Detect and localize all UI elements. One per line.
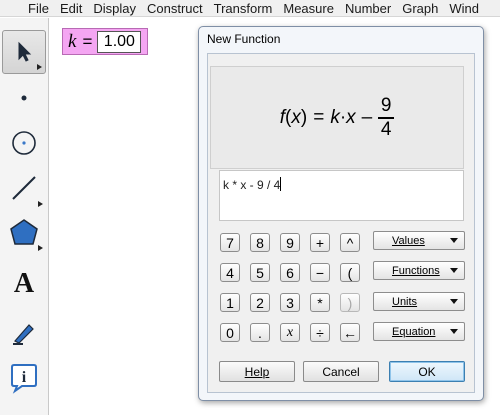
compass-tool[interactable] [2, 121, 46, 165]
key-2[interactable]: 2 [250, 293, 270, 312]
polygon-tool-icon [10, 219, 38, 245]
help-button-label: Help [244, 364, 270, 379]
equation-menu-button[interactable]: Equation [373, 322, 465, 341]
menu-window[interactable]: Wind [438, 0, 479, 16]
key-x-variable[interactable]: x [280, 323, 300, 342]
arrow-tool-icon [18, 41, 32, 62]
parameter-k[interactable]: k = 1.00 [62, 28, 148, 55]
cancel-button-label: Cancel [322, 364, 360, 379]
formula-term-k: k [330, 106, 340, 128]
cancel-button[interactable]: Cancel [303, 361, 379, 382]
key-9[interactable]: 9 [280, 233, 300, 252]
parameter-equals: = [82, 31, 93, 51]
units-menu-label: Units [392, 295, 418, 308]
units-menu-button[interactable]: Units [373, 292, 465, 311]
information-tool[interactable]: i [2, 356, 46, 400]
menu-graph[interactable]: Graph [391, 0, 438, 16]
compass-tool-icon [12, 131, 36, 155]
text-tool-icon: A [13, 268, 35, 299]
submenu-indicator-icon [38, 201, 43, 207]
formula-fraction: 9 4 [378, 94, 395, 141]
key-7[interactable]: 7 [220, 233, 240, 252]
key-minus[interactable]: − [310, 263, 330, 282]
functions-menu-label: Functions [392, 264, 440, 277]
svg-text:i: i [22, 369, 27, 386]
formula-minus: – [361, 106, 373, 128]
key-1[interactable]: 1 [220, 293, 240, 312]
menu-file[interactable]: File [0, 0, 49, 16]
formula-expression: f ( x ) = k · x – 9 4 [280, 94, 395, 141]
key-decimal[interactable]: . [250, 323, 270, 342]
key-4[interactable]: 4 [220, 263, 240, 282]
parameter-name: k [68, 30, 77, 52]
text-caret [280, 177, 282, 191]
chevron-down-icon [450, 268, 458, 273]
functions-menu-button[interactable]: Functions [373, 261, 465, 280]
arrow-tool[interactable] [2, 30, 46, 74]
key-close-paren[interactable]: ) [340, 293, 360, 312]
new-function-dialog: New Function f ( x ) = k · x – 9 4 k * x… [198, 26, 484, 401]
formula-paren-close: ) [300, 106, 308, 128]
menu-transform[interactable]: Transform [203, 0, 273, 16]
chevron-down-icon [450, 238, 458, 243]
values-menu-button[interactable]: Values [373, 231, 465, 250]
expression-text: k * x - 9 / 4 [223, 178, 281, 192]
key-6[interactable]: 6 [280, 263, 300, 282]
dialog-title: New Function [207, 32, 281, 46]
key-multiply[interactable]: * [310, 293, 330, 312]
chevron-down-icon [450, 329, 458, 334]
equation-menu-label: Equation [392, 325, 436, 338]
key-power[interactable]: ^ [340, 233, 360, 252]
menu-edit[interactable]: Edit [49, 0, 82, 16]
ok-button-label: OK [418, 364, 436, 379]
submenu-indicator-icon [37, 64, 42, 70]
menu-bar: File Edit Display Construct Transform Me… [0, 0, 500, 17]
formula-denominator: 4 [380, 118, 392, 140]
ok-button[interactable]: OK [389, 361, 465, 382]
key-8[interactable]: 8 [250, 233, 270, 252]
marker-tool[interactable] [2, 310, 46, 354]
toolbox: A i [0, 18, 49, 415]
key-3[interactable]: 3 [280, 293, 300, 312]
chevron-down-icon [450, 299, 458, 304]
key-0[interactable]: 0 [220, 323, 240, 342]
key-5[interactable]: 5 [250, 263, 270, 282]
formula-display: f ( x ) = k · x – 9 4 [210, 66, 464, 169]
information-tool-icon: i [11, 364, 37, 394]
formula-equals: = [313, 106, 325, 128]
submenu-indicator-icon [38, 245, 43, 251]
key-plus[interactable]: + [310, 233, 330, 252]
straightedge-tool[interactable] [2, 166, 46, 210]
values-menu-label: Values [392, 234, 425, 247]
menu-number[interactable]: Number [334, 0, 391, 16]
menu-display[interactable]: Display [82, 0, 136, 16]
text-tool[interactable]: A [2, 262, 46, 306]
key-divide[interactable]: ÷ [310, 323, 330, 342]
help-button[interactable]: Help [219, 361, 295, 382]
expression-input[interactable]: k * x - 9 / 4 [219, 170, 464, 221]
formula-term-x: x [346, 106, 356, 128]
parameter-value[interactable]: 1.00 [97, 30, 142, 53]
menu-construct[interactable]: Construct [136, 0, 203, 16]
point-tool[interactable] [2, 76, 46, 120]
point-tool-icon [21, 95, 27, 101]
formula-numerator: 9 [380, 94, 392, 116]
key-open-paren[interactable]: ( [340, 263, 360, 282]
straightedge-tool-icon [12, 176, 36, 200]
formula-variable: x [291, 106, 301, 128]
key-backspace[interactable]: ← [340, 323, 360, 342]
marker-tool-icon [13, 324, 34, 345]
polygon-tool[interactable] [2, 210, 46, 254]
menu-measure[interactable]: Measure [272, 0, 334, 16]
